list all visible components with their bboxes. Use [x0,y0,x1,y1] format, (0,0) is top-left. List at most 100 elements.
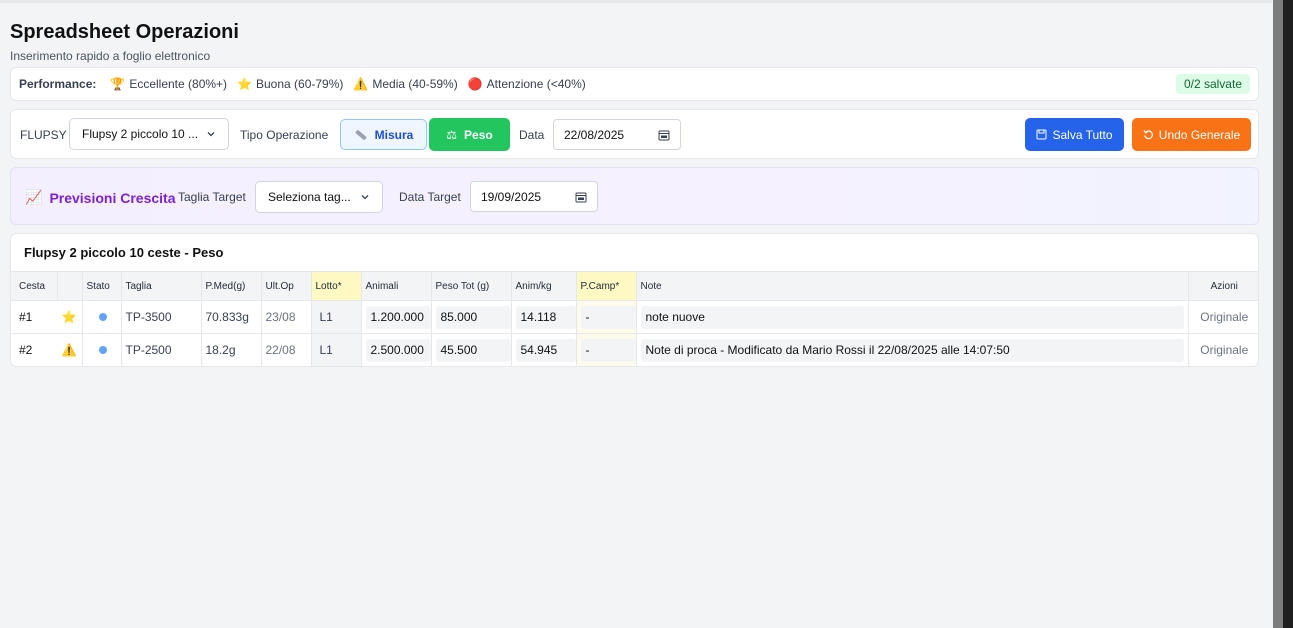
note-cell: Note di proca - Modificato da Mario Ross… [636,333,1189,366]
chart-up-icon: 📈 [25,189,43,205]
animali-cell: 2.500.000 [361,333,432,366]
anim-kg-input[interactable]: 54.945 [515,338,576,362]
peso-tot-cell: 85.000 [431,300,512,334]
data-label: Data [519,128,545,142]
note-input[interactable]: Note di proca - Modificato da Mario Ross… [640,338,1184,362]
scrollbar-thumb[interactable] [1273,0,1283,628]
status-dot [98,313,107,321]
data-target-label: Data Target [399,190,461,204]
flupsy-label: FLUPSY [20,128,67,142]
ruler-icon [355,129,367,140]
flupsy-select[interactable]: Flupsy 2 piccolo 10 ... [69,118,229,150]
window-edge [1283,0,1293,628]
misura-button[interactable]: Misura [340,119,427,150]
taglia-target-label: Taglia Target [178,190,246,204]
legend-attention-text: Attenzione (<40%) [486,77,586,91]
salva-tutto-label: Salva Tutto [1052,127,1113,142]
data-target-input[interactable]: 19/09/2025 [470,181,598,212]
previsioni-title: 📈 Previsioni Crescita [25,189,176,206]
table-header-row: Cesta Stato Taglia P.Med(g) Ult.Op Lotto… [11,271,1258,301]
anim-kg-input[interactable]: 14.118 [515,305,576,329]
stato-cell [82,333,122,366]
performance-label: Performance: [19,77,97,91]
spreadsheet-card: Flupsy 2 piccolo 10 ceste - Peso Cesta S… [10,233,1259,367]
scale-icon: ⚖ [446,127,458,142]
taglia-target-value: Seleziona tag... [268,190,351,204]
cesta-cell: #1 [11,300,57,334]
calendar-icon [658,130,670,141]
header-pcamp: P.Camp* [576,271,637,301]
data-input[interactable]: 22/08/2025 [553,119,681,150]
previsioni-title-text: Previsioni Crescita [49,189,176,206]
warning-icon: ⚠️ [57,333,83,366]
legend-excellent-text: Eccellente (80%+) [129,77,228,91]
lotto-cell[interactable]: L1 [311,333,362,366]
cesta-cell: #2 [11,333,57,366]
saved-count-badge: 0/2 salvate [1175,74,1250,94]
legend-excellent: 🏆 Eccellente (80%+) [110,77,227,91]
anim-kg-cell: 54.945 [511,333,577,366]
header-peso-tot: Peso Tot (g) [431,271,512,301]
peso-tot-input[interactable]: 45.500 [435,338,511,362]
save-icon [1036,129,1047,140]
taglia-cell: TP-2500 [121,333,202,366]
page-title: Spreadsheet Operazioni [10,21,239,43]
peso-tot-cell: 45.500 [431,333,512,366]
animali-input[interactable]: 2.500.000 [365,338,431,362]
page-subtitle: Inserimento rapido a foglio elettronico [10,49,211,63]
salva-tutto-button[interactable]: Salva Tutto [1025,118,1124,151]
animali-input[interactable]: 1.200.000 [365,305,431,329]
pcamp-input[interactable]: - [580,305,636,329]
animali-cell: 1.200.000 [361,300,432,334]
main-content: Spreadsheet Operazioni Inserimento rapid… [0,0,1272,628]
header-animali: Animali [361,271,432,301]
pmed-cell: 70.833g [201,300,262,334]
pcamp-cell: - [576,300,637,334]
undo-generale-button[interactable]: Undo Generale [1132,118,1251,151]
red-circle-icon: 🔴 [467,77,483,91]
header-azioni: Azioni [1188,271,1258,301]
azioni-cell[interactable]: Originale [1188,300,1258,334]
pcamp-input[interactable]: - [580,338,636,362]
chevron-down-icon [361,195,369,200]
ultop-cell: 22/08 [261,333,312,366]
header-pmed: P.Med(g) [201,271,262,301]
legend-medium-text: Media (40-59%) [372,77,458,91]
note-input[interactable]: note nuove [640,305,1184,329]
undo-generale-label: Undo Generale [1158,127,1241,142]
spreadsheet-title: Flupsy 2 piccolo 10 ceste - Peso [24,245,224,260]
spreadsheet-table: Cesta Stato Taglia P.Med(g) Ult.Op Lotto… [11,271,1258,366]
flupsy-select-value: Flupsy 2 piccolo 10 ... [82,127,199,141]
data-target-value: 19/09/2025 [481,189,542,204]
header-ultop: Ult.Op [261,271,312,301]
previsioni-crescita-panel: 📈 Previsioni Crescita Taglia Target Sele… [10,167,1259,225]
tipo-operazione-label: Tipo Operazione [240,128,329,142]
azioni-cell[interactable]: Originale [1188,333,1258,366]
table-row: #1 ⭐ TP-3500 70.833g 23/08 L1 1.200.000 … [11,300,1258,334]
peso-button-label: Peso [464,127,493,142]
peso-button[interactable]: ⚖ Peso [429,118,510,151]
ultop-cell: 23/08 [261,300,312,334]
lotto-cell[interactable]: L1 [311,300,362,334]
chevron-down-icon [207,132,215,137]
header-anim-kg: Anim/kg [511,271,577,301]
pcamp-cell: - [576,333,637,366]
anim-kg-cell: 14.118 [511,300,577,334]
legend-attention: 🔴 Attenzione (<40%) [468,77,586,91]
warning-icon: ⚠️ [353,77,369,91]
legend-good: ⭐ Buona (60-79%) [237,77,343,91]
star-icon: ⭐ [237,77,252,91]
table-row: #2 ⚠️ TP-2500 18.2g 22/08 L1 2.500.000 4… [11,333,1258,366]
header-note: Note [636,271,1189,301]
peso-tot-input[interactable]: 85.000 [435,305,511,329]
calendar-icon [575,192,587,203]
taglia-target-select[interactable]: Seleziona tag... [255,181,383,213]
pmed-cell: 18.2g [201,333,262,366]
data-input-value: 22/08/2025 [564,127,625,142]
header-stato: Stato [82,271,122,301]
header-cesta: Cesta [11,271,58,301]
header-taglia: Taglia [121,271,202,301]
header-icon [57,271,83,301]
stato-cell [82,300,122,334]
taglia-cell: TP-3500 [121,300,202,334]
